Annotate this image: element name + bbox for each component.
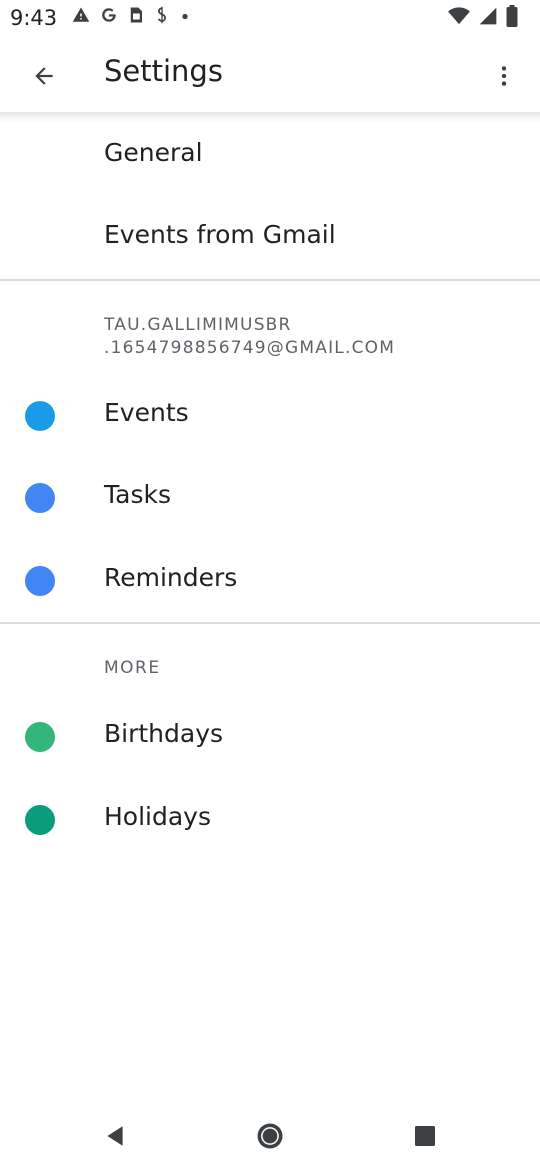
arrow-back-icon (35, 67, 53, 85)
calendar-item-label: Holidays (104, 802, 211, 831)
settings-item-events-from-gmail[interactable]: Events from Gmail (0, 198, 540, 278)
account-header: TAU.GALLIMIMUSBR .1654798856749@GMAIL.CO… (104, 314, 395, 360)
calendar-color-dot (25, 483, 55, 513)
dot-icon (182, 13, 188, 20)
nav-home-button[interactable] (250, 1116, 290, 1156)
calendar-item-label: Events (104, 398, 189, 427)
calendar-item-label: Birthdays (104, 719, 224, 748)
calendar-item-reminders[interactable]: Reminders (0, 541, 540, 621)
calendar-item-holidays[interactable]: Holidays (0, 780, 540, 860)
calendar-color-dot (25, 401, 55, 431)
calendar-color-dot (25, 805, 55, 835)
system-nav-bar (0, 1100, 540, 1170)
calendar-item-label: Tasks (104, 480, 171, 509)
nav-home-icon (257, 1123, 283, 1149)
divider (0, 622, 540, 624)
shopping-icon (158, 6, 166, 24)
more-vert-icon (501, 66, 507, 86)
nav-recents-icon (415, 1126, 435, 1146)
notification-icons (72, 6, 190, 24)
calendar-color-dot (25, 722, 55, 752)
calendar-color-dot (25, 566, 55, 596)
calendar-item-events[interactable]: Events (0, 376, 540, 456)
nav-back-button[interactable] (95, 1116, 135, 1156)
divider (0, 279, 540, 281)
settings-item-label: Events from Gmail (104, 220, 336, 249)
settings-item-general[interactable]: General (0, 116, 540, 196)
nav-recents-button[interactable] (405, 1116, 445, 1156)
account-email-line2: .1654798856749@GMAIL.COM (104, 338, 396, 358)
page-title: Settings (104, 54, 223, 88)
google-icon (102, 8, 117, 22)
settings-item-label: General (104, 138, 203, 167)
calendar-item-birthdays[interactable]: Birthdays (0, 697, 540, 777)
wifi-icon (448, 7, 470, 25)
warning-icon (72, 7, 90, 22)
sim-card-icon (130, 7, 142, 23)
more-header: MORE (104, 658, 161, 678)
calendar-item-tasks[interactable]: Tasks (0, 458, 540, 538)
status-time: 9:43 (10, 6, 58, 30)
app-bar: Settings (0, 36, 540, 112)
calendar-item-label: Reminders (104, 563, 238, 592)
signal-icon (479, 7, 497, 25)
overflow-menu-button[interactable] (482, 54, 526, 98)
nav-back-icon (107, 1126, 123, 1146)
status-bar: 9:43 (0, 0, 540, 36)
system-icons (448, 5, 518, 27)
account-email-line1: TAU.GALLIMIMUSBR (104, 315, 292, 335)
battery-icon (506, 5, 518, 27)
back-button[interactable] (22, 54, 66, 98)
